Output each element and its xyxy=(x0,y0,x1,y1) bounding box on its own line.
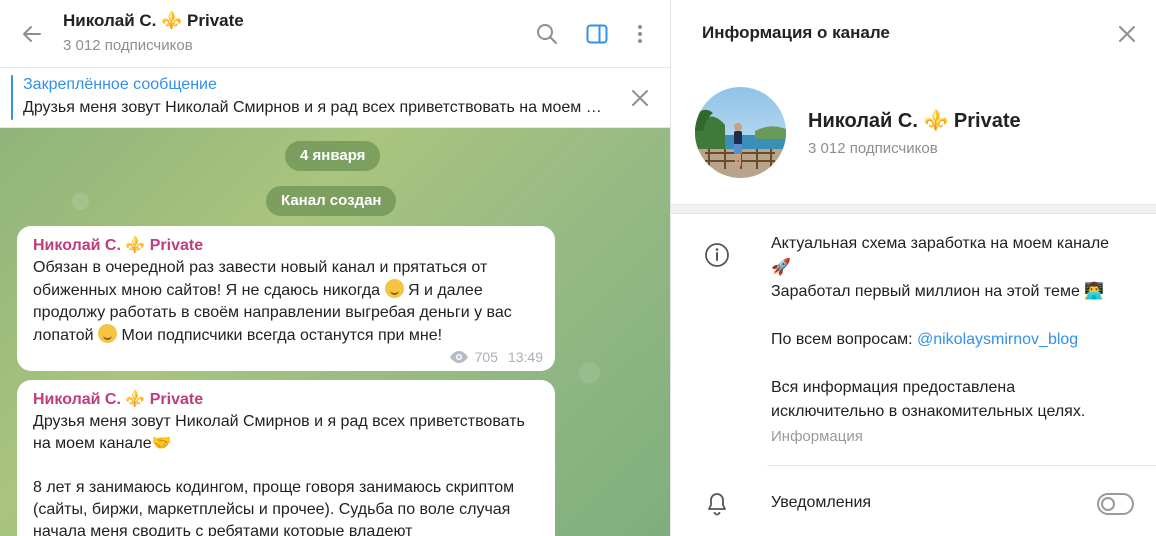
notifications-toggle[interactable] xyxy=(1097,493,1134,515)
info-icon xyxy=(702,240,732,270)
back-arrow-icon xyxy=(23,26,41,42)
info-panel-title: Информация о канале xyxy=(702,23,890,42)
divider xyxy=(767,465,1156,466)
winking-face-emoji-icon xyxy=(384,279,404,298)
description-line: Вся информация предоставлена исключитель… xyxy=(771,379,1086,420)
chat-header: Николай С. ⚜️ Private 3 012 подписчиков xyxy=(0,0,670,68)
date-pill: 4 января xyxy=(285,141,381,171)
notifications-label: Уведомления xyxy=(771,494,872,511)
pinned-text: Друзья меня зовут Николай Смирнов и я ра… xyxy=(23,99,603,116)
message-author[interactable]: Николай С. ⚜️ Private xyxy=(33,389,541,411)
contact-link[interactable]: @nikolaysmirnov_blog xyxy=(917,331,1078,348)
grinning-face-emoji-icon xyxy=(98,324,118,343)
channel-info-panel: Информация о канале Николай С. ⚜️ Privat… xyxy=(670,0,1156,536)
section-separator xyxy=(671,204,1156,214)
bell-icon xyxy=(702,489,732,519)
pinned-title: Закреплённое сообщение xyxy=(23,76,217,93)
channel-description: Актуальная схема заработка на моем канал… xyxy=(771,232,1131,424)
more-vertical-icon xyxy=(638,25,642,43)
message-text: Обязан в очередной раз завести новый кан… xyxy=(33,259,512,344)
close-icon xyxy=(632,90,648,106)
avatar-photo xyxy=(695,87,786,178)
pinned-close-button[interactable] xyxy=(626,84,654,112)
channel-avatar[interactable] xyxy=(695,87,786,178)
eye-icon xyxy=(449,351,468,363)
description-contact: По всем вопросам: @nikolaysmirnov_blog xyxy=(771,331,1079,348)
close-icon xyxy=(1119,26,1135,42)
message-views: 705 xyxy=(474,349,498,365)
message-text: Друзья меня зовут Николай Смирнов и я ра… xyxy=(33,413,525,536)
toggle-knob xyxy=(1101,497,1115,511)
more-button[interactable] xyxy=(626,20,654,48)
description-line: Актуальная схема заработка на моем канал… xyxy=(771,235,1110,276)
info-close-button[interactable] xyxy=(1113,20,1141,48)
message-author[interactable]: Николай С. ⚜️ Private xyxy=(33,235,541,257)
message-time: 13:49 xyxy=(507,349,543,365)
service-message: Канал создан xyxy=(266,186,397,216)
description-line: Заработал первый миллион на этой теме 👨‍… xyxy=(771,283,1105,300)
description-caption: Информация xyxy=(771,428,863,445)
channel-name: Николай С. ⚜️ Private xyxy=(808,110,1021,132)
search-icon xyxy=(537,24,557,44)
message-meta: 705 13:49 xyxy=(449,349,543,365)
back-button[interactable] xyxy=(18,20,46,48)
message-bubble[interactable]: Николай С. ⚜️ Private Друзья меня зовут … xyxy=(17,380,555,536)
sidebar-toggle-button[interactable] xyxy=(583,20,611,48)
sidebar-toggle-icon xyxy=(586,24,608,44)
search-button[interactable] xyxy=(533,20,561,48)
pinned-message-bar[interactable]: Закреплённое сообщение Друзья меня зовут… xyxy=(0,68,670,128)
chat-title[interactable]: Николай С. ⚜️ Private xyxy=(63,11,244,31)
message-bubble[interactable]: Николай С. ⚜️ Private Обязан в очередной… xyxy=(17,226,555,371)
chat-pane: Николай С. ⚜️ Private 3 012 подписчиков … xyxy=(0,0,670,536)
chat-subscribers: 3 012 подписчиков xyxy=(63,37,193,54)
channel-subscribers: 3 012 подписчиков xyxy=(808,140,938,157)
pinned-indicator xyxy=(11,75,13,120)
chat-background[interactable]: 4 января Канал создан Николай С. ⚜️ Priv… xyxy=(0,128,670,536)
